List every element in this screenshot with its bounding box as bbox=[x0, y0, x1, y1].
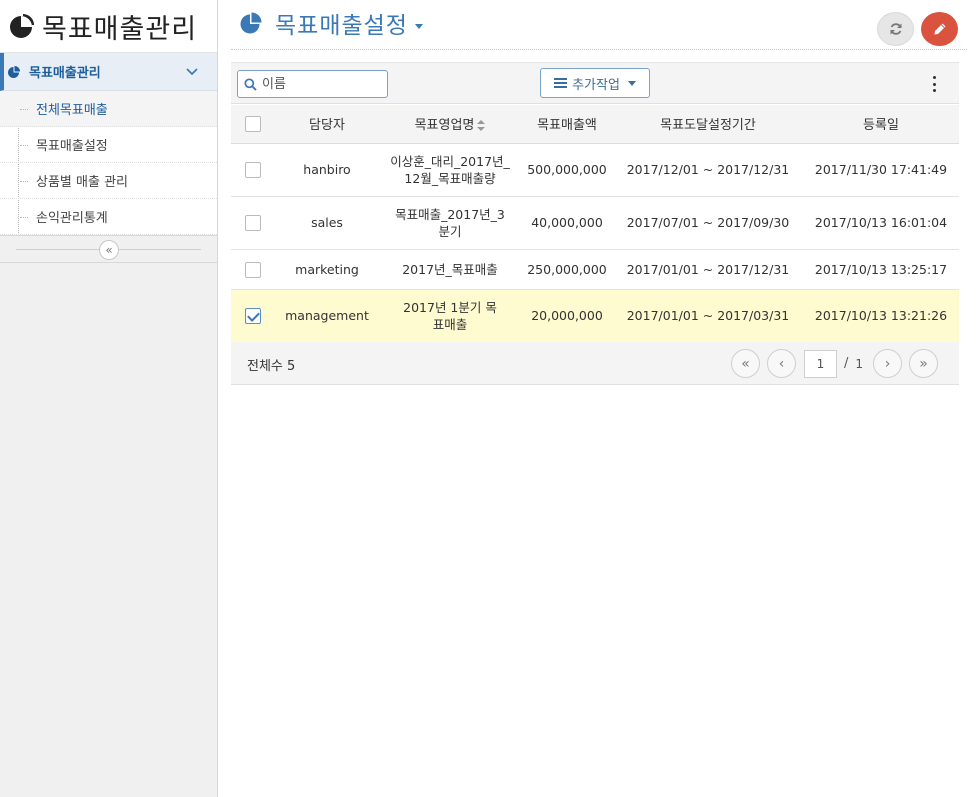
double-chevron-left-icon: « bbox=[105, 243, 113, 257]
cell-amount: 250,000,000 bbox=[521, 249, 613, 290]
table-row[interactable]: marketing 2017년_목표매출 250,000,000 2017/01… bbox=[231, 249, 959, 290]
cell-registered: 2017/10/13 13:25:17 bbox=[803, 249, 959, 290]
pie-chart-icon bbox=[240, 12, 262, 34]
row-checkbox-checked[interactable] bbox=[245, 308, 261, 325]
refresh-button[interactable] bbox=[877, 12, 914, 46]
select-all-checkbox[interactable] bbox=[245, 115, 261, 132]
double-chevron-left-icon: « bbox=[741, 355, 750, 372]
column-header-period[interactable]: 목표도달설정기간 bbox=[613, 105, 803, 144]
sidebar-collapse-row: « bbox=[0, 235, 217, 263]
menu-group-target-sales[interactable]: 목표매출관리 bbox=[0, 53, 217, 91]
cell-target-name-link[interactable]: 2017년_목표매출 bbox=[379, 249, 521, 290]
sidebar-item-label: 손익관리통계 bbox=[36, 211, 108, 226]
sidebar-item-label: 전체목표매출 bbox=[36, 103, 108, 118]
prev-page-button[interactable]: ‹ bbox=[767, 349, 796, 378]
cell-target-name-link[interactable]: 2017년 1분기 목표매출 bbox=[379, 289, 521, 343]
edit-button[interactable] bbox=[921, 12, 958, 46]
column-header-target-name[interactable]: 목표영업명 bbox=[379, 105, 521, 144]
column-header-registered[interactable]: 등록일 bbox=[803, 105, 959, 144]
first-page-button[interactable]: « bbox=[731, 349, 760, 378]
cell-amount: 500,000,000 bbox=[521, 143, 613, 197]
kebab-menu-icon[interactable] bbox=[929, 76, 939, 92]
column-header-manager[interactable]: 담당자 bbox=[275, 105, 379, 144]
chevron-down-icon bbox=[186, 67, 198, 75]
page-separator: / bbox=[844, 356, 849, 371]
cell-manager: marketing bbox=[275, 249, 379, 290]
table-row-selected[interactable]: management 2017년 1분기 목표매출 20,000,000 201… bbox=[231, 289, 959, 343]
table-header-row: 담당자 목표영업명 목표매출액 목표도달설정기간 등록일 bbox=[231, 105, 959, 144]
cell-amount: 20,000,000 bbox=[521, 289, 613, 343]
column-header-amount[interactable]: 목표매출액 bbox=[521, 105, 613, 144]
search-icon bbox=[244, 77, 257, 91]
select-all-cell bbox=[231, 105, 275, 144]
sidebar-item-profit-statistics[interactable]: 손익관리통계 bbox=[0, 199, 217, 235]
total-count: 전체수 5 bbox=[247, 359, 296, 374]
app-title-bar: 목표매출관리 bbox=[0, 0, 217, 53]
page-title-dropdown[interactable]: 목표매출설정 bbox=[239, 6, 423, 40]
page-number-input[interactable]: 1 bbox=[804, 349, 837, 378]
additional-actions-button[interactable]: 추가작업 bbox=[540, 68, 650, 98]
page-total: 1 bbox=[855, 356, 864, 371]
table-footer: 전체수 5 « ‹ 1 / 1 › » bbox=[231, 342, 959, 385]
pie-chart-icon bbox=[10, 14, 34, 38]
sidebar-item-all-target-sales[interactable]: 전체목표매출 bbox=[0, 91, 217, 127]
cell-amount: 40,000,000 bbox=[521, 196, 613, 250]
table-row[interactable]: hanbiro 이상훈_대리_2017년_12월_목표매출량 500,000,0… bbox=[231, 143, 959, 197]
column-header-label: 목표영업명 bbox=[414, 118, 475, 134]
cell-registered: 2017/10/13 13:21:26 bbox=[803, 289, 959, 343]
sidebar-item-label: 목표매출설정 bbox=[36, 139, 108, 154]
caret-down-icon bbox=[627, 80, 636, 86]
cell-period: 2017/07/01 ~ 2017/09/30 bbox=[613, 196, 803, 250]
search-input[interactable] bbox=[262, 76, 380, 92]
sidebar-item-label: 상품별 매출 관리 bbox=[36, 175, 128, 190]
row-checkbox[interactable] bbox=[245, 162, 261, 179]
page-title: 목표매출설정 bbox=[275, 13, 408, 39]
sort-icon bbox=[477, 120, 486, 132]
chevron-right-icon: › bbox=[884, 355, 891, 372]
row-checkbox[interactable] bbox=[245, 261, 261, 278]
pagination: « ‹ 1 / 1 › » bbox=[731, 349, 945, 378]
sidebar: 목표매출관리 목표매출관리 전체목표매출 목표매출설정 상품별 매출 관리 손익… bbox=[0, 0, 218, 797]
table-row[interactable]: sales 목표매출_2017년_3분기 40,000,000 2017/07/… bbox=[231, 196, 959, 250]
cell-registered: 2017/10/13 16:01:04 bbox=[803, 196, 959, 250]
main-panel: 목표매출설정 추가작업 bbox=[219, 0, 979, 797]
row-checkbox[interactable] bbox=[245, 215, 261, 232]
menu-group-label: 목표매출관리 bbox=[29, 66, 101, 81]
page-header: 목표매출설정 bbox=[231, 0, 967, 50]
cell-target-name-link[interactable]: 이상훈_대리_2017년_12월_목표매출량 bbox=[379, 143, 521, 197]
sidebar-item-product-sales[interactable]: 상품별 매출 관리 bbox=[0, 163, 217, 199]
cell-period: 2017/01/01 ~ 2017/12/31 bbox=[613, 249, 803, 290]
pie-chart-icon bbox=[8, 65, 20, 78]
pencil-icon bbox=[934, 23, 945, 35]
cell-period: 2017/12/01 ~ 2017/12/31 bbox=[613, 143, 803, 197]
next-page-button[interactable]: › bbox=[873, 349, 903, 378]
double-chevron-right-icon: » bbox=[919, 355, 928, 372]
list-toolbar: 추가작업 bbox=[231, 62, 959, 104]
app-title: 목표매출관리 bbox=[42, 13, 198, 45]
additional-actions-label: 추가작업 bbox=[572, 77, 620, 93]
refresh-icon bbox=[890, 23, 901, 35]
cell-manager: management bbox=[275, 289, 379, 343]
search-box bbox=[237, 70, 388, 98]
cell-manager: hanbiro bbox=[275, 143, 379, 197]
cell-manager: sales bbox=[275, 196, 379, 250]
chevron-left-icon: ‹ bbox=[778, 355, 785, 372]
caret-down-icon bbox=[414, 23, 423, 29]
submenu: 전체목표매출 목표매출설정 상품별 매출 관리 손익관리통계 bbox=[0, 91, 217, 235]
cell-registered: 2017/11/30 17:41:49 bbox=[803, 143, 959, 197]
target-sales-table: 담당자 목표영업명 목표매출액 목표도달설정기간 등록일 hanbiro 이상훈… bbox=[231, 105, 959, 343]
bars-icon bbox=[554, 78, 568, 88]
last-page-button[interactable]: » bbox=[909, 349, 939, 378]
cell-period: 2017/01/01 ~ 2017/03/31 bbox=[613, 289, 803, 343]
sidebar-collapse-button[interactable]: « bbox=[99, 240, 119, 260]
cell-target-name-link[interactable]: 목표매출_2017년_3분기 bbox=[379, 196, 521, 250]
sidebar-item-target-sales-settings[interactable]: 목표매출설정 bbox=[0, 127, 217, 163]
